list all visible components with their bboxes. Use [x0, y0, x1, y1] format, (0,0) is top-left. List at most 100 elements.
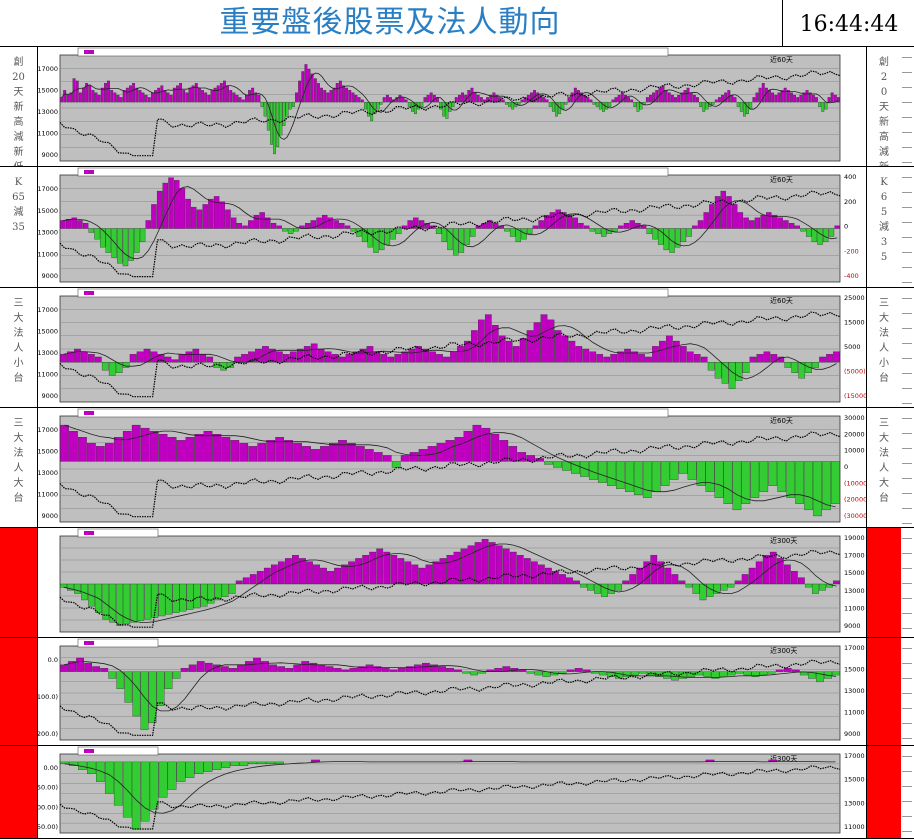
- data-bar: [225, 209, 231, 229]
- data-bar: [107, 80, 110, 103]
- panel-left-label-box: K65減35: [0, 167, 38, 287]
- data-bar: [113, 761, 123, 806]
- data-bar: [821, 101, 825, 112]
- panel-side-label: 三大法人小台: [13, 298, 24, 384]
- panel-side-label: K65減35: [12, 177, 25, 233]
- data-bar: [76, 657, 84, 672]
- data-bar: [432, 561, 440, 585]
- edge-tick: [902, 816, 912, 817]
- data-bar: [216, 85, 220, 103]
- data-bar: [561, 212, 567, 229]
- data-bar: [122, 362, 130, 368]
- data-bar: [178, 354, 186, 363]
- data-bar: [601, 583, 608, 597]
- data-bar: [257, 94, 261, 103]
- data-bar: [423, 97, 427, 103]
- data-bar: [282, 101, 286, 126]
- data-bar: [678, 580, 686, 585]
- data-bar: [705, 461, 715, 492]
- edge-tick: [902, 723, 912, 724]
- data-bar: [230, 217, 237, 229]
- data-bar: [832, 671, 840, 676]
- data-bar: [329, 443, 338, 462]
- data-bar: [553, 461, 562, 468]
- data-bar: [125, 87, 129, 103]
- data-bar: [235, 94, 239, 103]
- data-bar: [732, 461, 742, 511]
- data-bar: [212, 761, 222, 770]
- data-bar: [360, 99, 364, 103]
- panel-side-label: 三大法人大台: [13, 418, 24, 504]
- right-tick-label: 11000: [844, 604, 865, 612]
- data-bar: [771, 214, 778, 229]
- data-bar: [110, 90, 114, 103]
- data-bar: [795, 461, 804, 504]
- data-bar: [324, 351, 332, 363]
- data-bar: [659, 340, 666, 363]
- data-bar: [185, 437, 195, 462]
- data-bar: [508, 101, 511, 107]
- data-bar: [108, 671, 117, 679]
- data-bar: [696, 97, 699, 103]
- edge-tick: [902, 267, 912, 268]
- data-bar: [575, 346, 583, 363]
- data-bar: [381, 668, 390, 672]
- right-tick-label: 11000: [844, 823, 865, 831]
- data-bar: [347, 443, 356, 462]
- data-bar: [526, 671, 535, 674]
- data-bar: [104, 761, 114, 794]
- data-bar: [548, 101, 552, 107]
- data-bar: [151, 204, 157, 229]
- edge-tick: [902, 162, 912, 163]
- data-bar: [509, 228, 516, 237]
- data-bar: [311, 449, 320, 462]
- data-bar: [206, 356, 214, 363]
- data-bar: [144, 94, 148, 103]
- legend-box: [77, 167, 669, 177]
- data-bar: [595, 228, 601, 234]
- data-bar: [130, 583, 138, 623]
- data-bar: [791, 362, 799, 374]
- right-tick-label: -400: [844, 272, 859, 280]
- data-bar: [453, 551, 461, 585]
- data-bar: [805, 90, 809, 103]
- data-bar: [66, 94, 70, 103]
- chart-panel: 創20天新高減新低家數 創20天新高減新低 近60天 17000 15000 13000 1…: [0, 47, 914, 167]
- data-bar: [87, 443, 96, 462]
- data-bar: [287, 228, 294, 234]
- data-bar: [530, 561, 538, 585]
- data-bar: [293, 228, 299, 232]
- data-bar: [335, 83, 339, 103]
- data-bar: [608, 101, 612, 107]
- data-bar: [771, 92, 775, 103]
- data-bar: [769, 551, 777, 585]
- data-bar: [741, 574, 749, 585]
- right-tick-label: (30000): [844, 512, 866, 520]
- data-bar: [580, 461, 589, 477]
- data-bar: [60, 354, 67, 363]
- data-bar: [774, 94, 778, 103]
- edge-tick: [902, 538, 912, 539]
- data-bar: [176, 761, 186, 782]
- data-bar: [760, 214, 766, 229]
- edge-tick: [902, 132, 912, 133]
- right-tick-label: 9000: [844, 622, 861, 630]
- data-bar: [132, 671, 141, 717]
- data-bar: [429, 351, 436, 363]
- data-bar: [462, 671, 470, 674]
- data-bar: [248, 90, 251, 103]
- data-bar: [232, 92, 236, 103]
- data-bar: [333, 668, 342, 672]
- edge-tick: [902, 237, 912, 238]
- right-tick-label: 11000: [844, 709, 865, 717]
- data-bar: [700, 356, 708, 363]
- data-bar: [652, 346, 659, 363]
- data-bar: [649, 94, 652, 103]
- header: 重要盤後股票及法人動向 16:44:44: [0, 0, 914, 47]
- data-bar: [147, 97, 151, 103]
- data-bar: [692, 583, 700, 594]
- data-bar: [592, 101, 596, 105]
- data-bar: [230, 440, 240, 462]
- data-bar: [714, 461, 724, 498]
- data-bar: [238, 97, 242, 103]
